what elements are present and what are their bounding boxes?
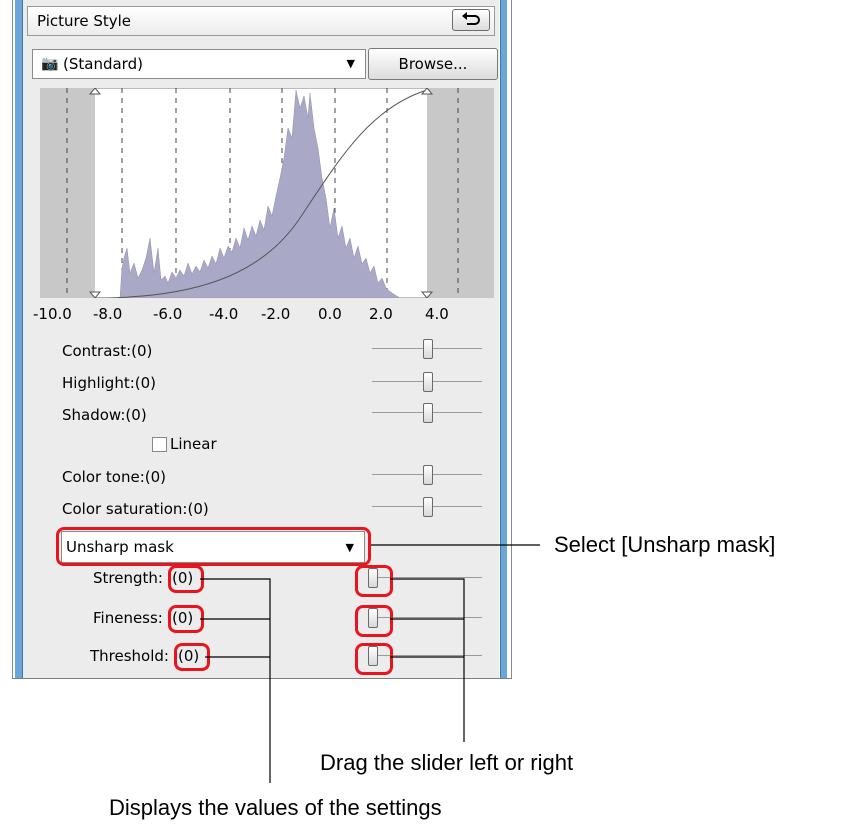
annotation-select: Select [Unsharp mask] — [554, 532, 776, 557]
annotation-values: Displays the values of the settings — [109, 795, 442, 820]
callout-lines — [200, 544, 540, 783]
annotation-drag: Drag the slider left or right — [320, 750, 574, 775]
